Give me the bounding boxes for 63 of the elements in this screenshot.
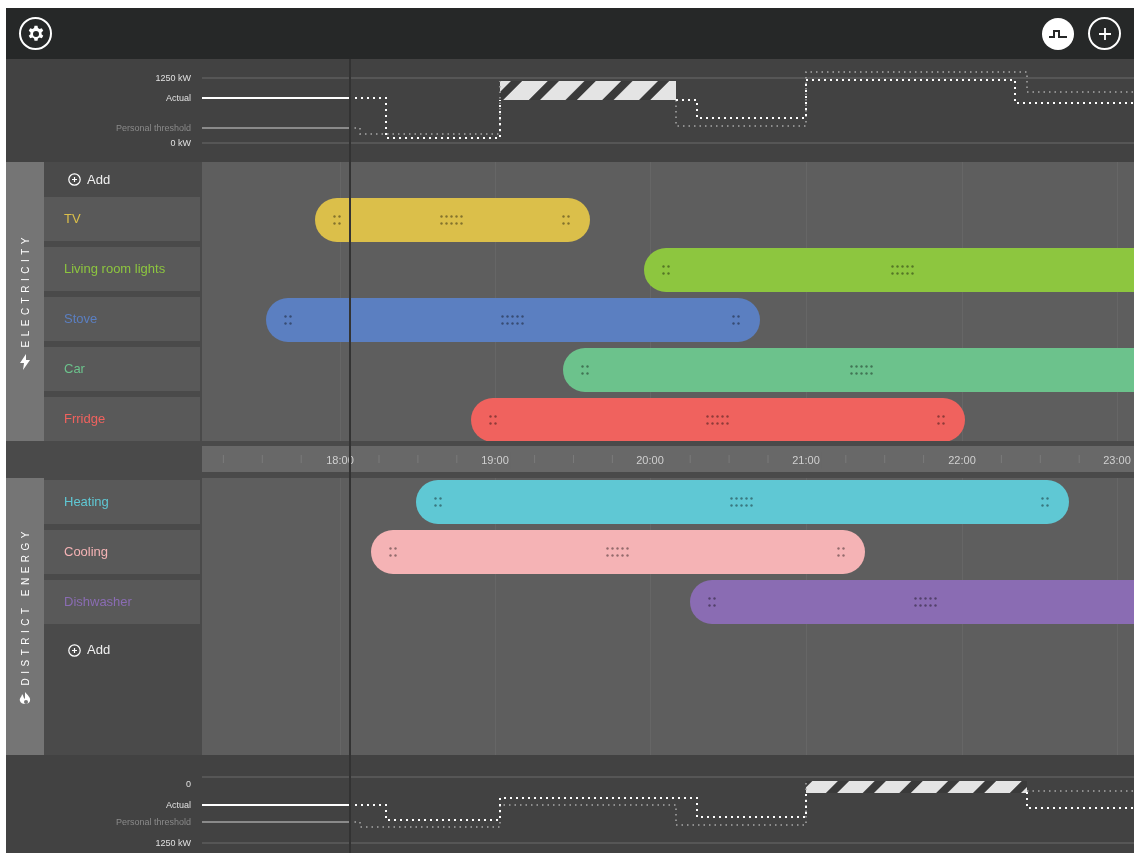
flame-icon [19,691,31,706]
grip-icon[interactable] [890,265,916,275]
section-title: DISTRICT ENERGY [18,527,32,686]
device-row[interactable]: Car [44,347,200,391]
chart-label: Actual [166,799,191,811]
device-row[interactable]: Heating [44,480,200,524]
device-name: TV [64,210,81,229]
device-name: Living room lights [64,260,166,279]
grip-icon[interactable] [730,497,755,507]
grip-icon[interactable] [562,215,572,225]
grip-icon[interactable] [581,365,591,375]
device-name: Frridge [64,410,106,429]
grip-icon[interactable] [489,415,499,425]
grip-icon[interactable] [837,547,847,557]
schedule-bar[interactable] [315,198,590,242]
device-row[interactable]: TV [44,197,200,241]
add-button[interactable]: Add [68,640,111,660]
device-row[interactable]: Living room lights [44,247,200,291]
settings-button[interactable] [19,17,52,50]
grip-icon[interactable] [732,315,742,325]
grip-icon[interactable] [705,415,731,425]
chart-label: Personal threshold [115,122,191,134]
grip-icon[interactable] [850,365,875,375]
grip-icon[interactable] [500,315,526,325]
settings-icon [26,24,45,43]
section-tab[interactable]: DISTRICT ENERGY [6,478,44,755]
add-button[interactable]: Add [68,169,111,190]
step-line-icon [1049,28,1067,39]
schedule-bar[interactable] [266,298,760,342]
device-name: Car [64,360,85,379]
section-tab[interactable]: ELECTRICITY [6,162,44,441]
chart-label: 0 kW [170,137,191,149]
device-name: Heating [64,493,109,512]
device-name: Dishwasher [64,593,132,612]
grip-icon[interactable] [1041,497,1051,507]
chart-label: 1250 kW [155,72,191,84]
grip-icon[interactable] [440,215,465,225]
schedule-bar[interactable] [471,398,965,441]
plus-icon [1097,26,1112,41]
grip-icon[interactable] [434,497,444,507]
device-row[interactable]: Cooling [44,530,200,574]
grip-icon[interactable] [937,415,947,425]
grip-icon[interactable] [913,597,939,607]
add-circle-button[interactable] [1088,17,1121,50]
lightning-icon [20,353,30,370]
section-title: ELECTRICITY [18,233,32,348]
plus-circle-icon [68,173,81,186]
grip-icon[interactable] [333,215,343,225]
step-view-button[interactable] [1042,17,1074,50]
grip-icon[interactable] [662,265,672,275]
plus-circle-icon [68,643,81,657]
grip-icon[interactable] [708,597,718,607]
grip-icon[interactable] [284,315,294,325]
chart-label: Actual [166,92,191,104]
device-name: Stove [64,310,98,329]
chart-label: Personal threshold [115,816,191,828]
schedule-bar[interactable] [371,530,865,574]
chart-label: 1250 kW [155,837,191,849]
device-name: Cooling [64,543,109,562]
chart-label: 0 [186,778,191,790]
device-row[interactable]: Frridge [44,397,200,441]
grip-icon[interactable] [605,547,631,557]
grip-icon[interactable] [389,547,399,557]
